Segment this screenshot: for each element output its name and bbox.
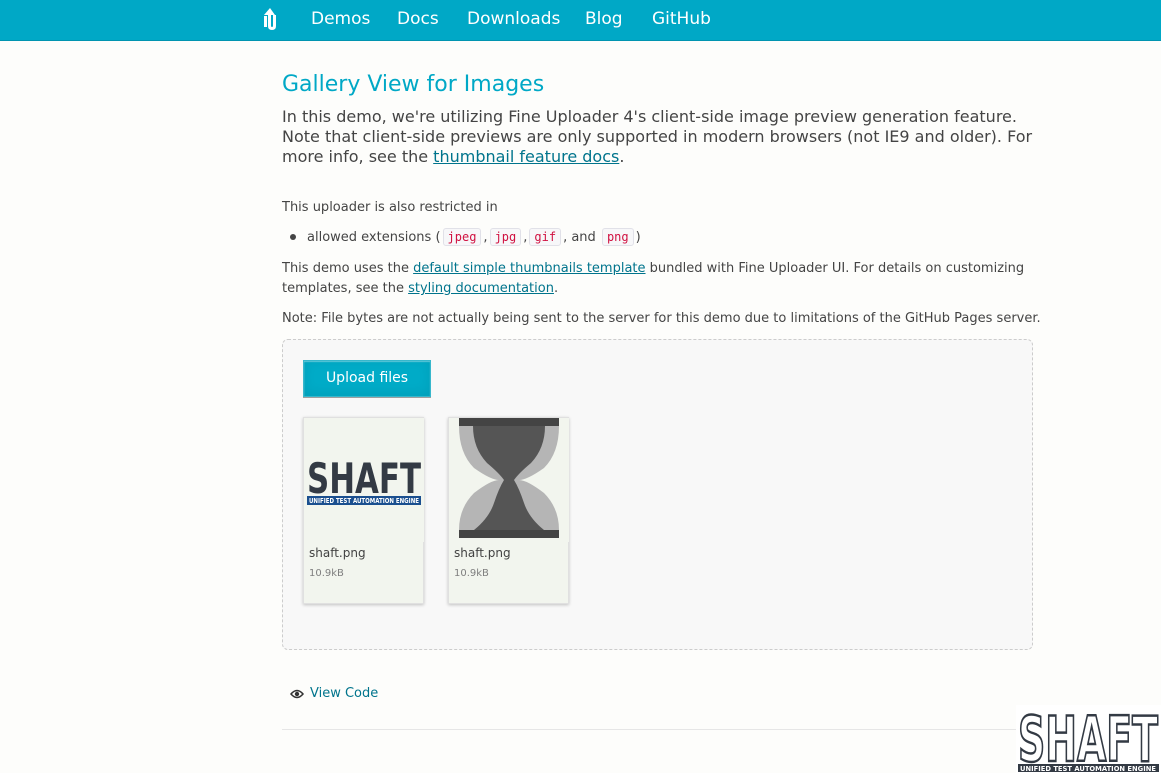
file-size: 10.9kB [454,568,489,579]
shaft-watermark-logo: SHAFT UNIFIED TEST AUTOMATION ENGINE [1016,705,1161,773]
allowed-label: allowed extensions ( [307,229,441,245]
ext-sep: , and [563,229,596,245]
svg-text:UNIFIED TEST AUTOMATION ENGINE: UNIFIED TEST AUTOMATION ENGINE [1020,765,1156,773]
note-paragraph: Note: File bytes are not actually being … [282,311,1041,326]
template-text: This demo uses the [282,261,414,276]
ext-jpg: jpg [489,228,522,246]
lead-paragraph: In this demo, we're utilizing Fine Uploa… [282,107,1042,167]
top-navbar: Demos Docs Downloads Blog GitHub [0,0,1161,41]
file-size: 10.9kB [309,568,344,579]
svg-text:UNIFIED TEST AUTOMATION ENGINE: UNIFIED TEST AUTOMATION ENGINE [309,497,419,505]
ext-sep: , [523,229,528,245]
page-title: Gallery View for Images [282,72,545,97]
lead-text: In this demo, we're utilizing Fine Uploa… [282,107,1033,166]
nav-docs[interactable]: Docs [397,9,439,29]
allowed-end: ) [635,229,641,245]
styling-docs-link[interactable]: styling documentation [408,281,554,296]
template-paragraph: This demo uses the default simple thumbn… [282,259,1042,299]
divider [282,729,1033,730]
ext-sep: , [483,229,488,245]
file-name: shaft.png [309,546,366,560]
lead-end: . [619,147,625,166]
template-end: . [553,281,559,296]
view-code-link[interactable]: View Code [290,686,378,701]
shaft-logo-thumbnail: SHAFT UNIFIED TEST AUTOMATION ENGINE [304,418,424,542]
nav-blog[interactable]: Blog [585,9,623,29]
bullet-dot [290,234,296,240]
ext-gif: gif [529,228,562,246]
fine-uploader-logo-icon[interactable] [259,6,281,34]
svg-text:SHAFT: SHAFT [1018,705,1158,773]
hourglass-thumbnail [449,418,569,542]
ext-png: png [601,228,634,246]
eye-icon [290,689,304,698]
nav-demos[interactable]: Demos [311,9,370,29]
upload-dropzone[interactable]: Upload files SHAFT UNIFIED TEST AUTOMATI… [282,339,1033,650]
template-link[interactable]: default simple thumbnails template [413,261,645,276]
nav-github[interactable]: GitHub [652,9,711,29]
thumbnail-docs-link[interactable]: thumbnail feature docs [433,147,619,166]
view-code-label: View Code [310,686,379,701]
nav-downloads[interactable]: Downloads [467,9,560,29]
ext-jpeg: jpeg [442,228,482,246]
file-name: shaft.png [454,546,511,560]
allowed-extensions-item: allowed extensions ( jpeg, jpg, gif, and… [290,228,641,246]
svg-text:SHAFT: SHAFT [307,454,421,503]
upload-files-button[interactable]: Upload files [303,360,431,397]
restricted-intro: This uploader is also restricted in [282,200,498,215]
file-card[interactable]: SHAFT UNIFIED TEST AUTOMATION ENGINE sha… [303,417,424,604]
file-card[interactable]: shaft.png 10.9kB [448,417,569,604]
